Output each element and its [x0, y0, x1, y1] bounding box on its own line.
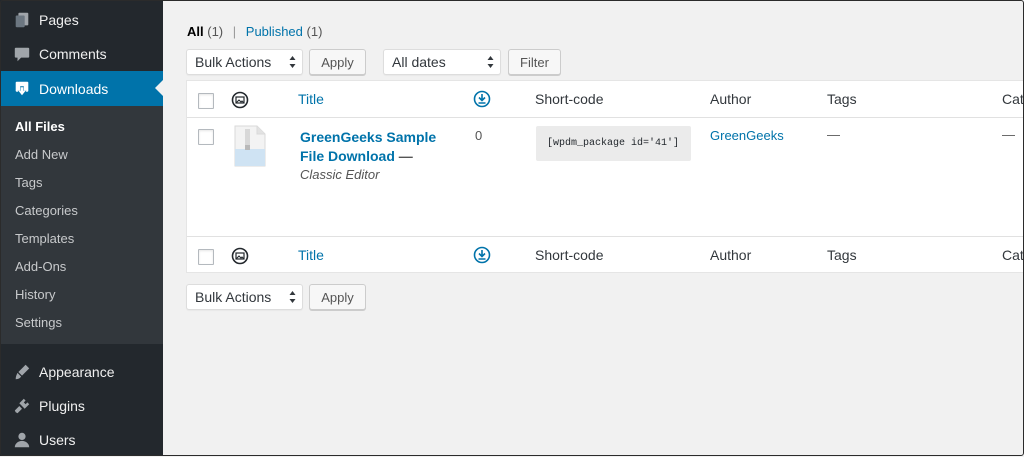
download-count-icon[interactable] [473, 246, 491, 264]
select-all-checkbox-bottom[interactable] [198, 249, 214, 265]
menu-item-downloads[interactable]: Downloads [0, 71, 163, 106]
date-filter-select[interactable]: All dates [383, 49, 501, 75]
view-all-count: (1) [207, 24, 224, 39]
column-tags-top: Tags [827, 91, 857, 107]
bulk-actions-value: Bulk Actions [195, 54, 272, 70]
menu-item-pages[interactable]: Pages [0, 3, 163, 37]
column-tags-bottom: Tags [827, 247, 857, 263]
filter-button[interactable]: Filter [508, 49, 561, 75]
column-title-top[interactable]: Title [298, 91, 324, 107]
column-categories-top: Cat [1002, 91, 1024, 107]
apply-button-top[interactable]: Apply [309, 49, 366, 75]
column-title-bottom[interactable]: Title [298, 247, 324, 263]
menu-label-plugins: Plugins [39, 398, 85, 414]
post-state: Classic Editor [300, 167, 380, 182]
menu-item-appearance[interactable]: Appearance [0, 355, 163, 389]
plugins-icon [12, 396, 32, 416]
submenu-settings[interactable]: Settings [15, 315, 62, 330]
image-column-icon [231, 91, 249, 109]
select-arrows-icon [289, 56, 296, 68]
bulk-actions-select-top[interactable]: Bulk Actions [186, 49, 303, 75]
admin-sidebar: Pages Comments Downloads All Files Add N… [0, 0, 163, 456]
appearance-icon [12, 362, 32, 382]
download-count: 0 [475, 128, 483, 143]
header-divider [187, 117, 1024, 118]
bulk-actions-value: Bulk Actions [195, 289, 272, 305]
users-icon [12, 430, 32, 450]
view-all[interactable]: All [187, 24, 204, 39]
author-link[interactable]: GreenGeeks [710, 128, 784, 143]
footer-divider [187, 236, 1024, 237]
download-title-link[interactable]: GreenGeeks Sample File Download — [300, 128, 450, 166]
select-arrows-icon [289, 291, 296, 303]
submenu-add-new[interactable]: Add New [15, 147, 68, 162]
shortcode-box[interactable]: [wpdm_package id='41'] [536, 126, 691, 161]
menu-item-comments[interactable]: Comments [0, 37, 163, 71]
submenu-tags[interactable]: Tags [15, 175, 42, 190]
menu-item-users[interactable]: Users [0, 423, 163, 457]
column-shortcode-top: Short-code [535, 91, 604, 107]
tags-empty: — [827, 127, 840, 142]
date-filter-value: All dates [392, 54, 446, 70]
select-arrows-icon [487, 56, 494, 68]
zip-file-icon [234, 125, 266, 167]
bulk-actions-select-bottom[interactable]: Bulk Actions [186, 284, 303, 310]
categories-empty: — [1002, 127, 1015, 142]
post-status-views: All (1) | Published (1) [187, 24, 322, 39]
menu-label-comments: Comments [39, 46, 107, 62]
submenu-history[interactable]: History [15, 287, 55, 302]
view-separator: | [232, 24, 237, 39]
download-title: GreenGeeks Sample File Download [300, 129, 437, 164]
column-author-bottom: Author [710, 247, 752, 263]
title-suffix: — [394, 148, 413, 164]
comments-icon [12, 44, 32, 64]
image-column-icon [231, 247, 249, 265]
submenu-add-ons[interactable]: Add-Ons [15, 259, 66, 274]
submenu-templates[interactable]: Templates [15, 231, 74, 246]
download-count-icon[interactable] [473, 90, 491, 108]
downloads-submenu: All Files Add New Tags Categories Templa… [0, 106, 163, 344]
menu-label-users: Users [39, 432, 76, 448]
menu-label-downloads: Downloads [39, 80, 109, 97]
select-all-checkbox-top[interactable] [198, 93, 214, 109]
view-published-count: (1) [306, 24, 323, 39]
menu-item-plugins[interactable]: Plugins [0, 389, 163, 423]
view-published[interactable]: Published [246, 24, 303, 39]
column-categories-bottom: Cat [1002, 247, 1024, 263]
submenu-all-files[interactable]: All Files [15, 119, 65, 134]
column-author-top: Author [710, 91, 752, 107]
row-checkbox[interactable] [198, 129, 214, 145]
submenu-categories[interactable]: Categories [15, 203, 78, 218]
menu-label-appearance: Appearance [39, 364, 115, 380]
menu-label-pages: Pages [39, 12, 79, 28]
downloads-icon [12, 79, 32, 99]
column-shortcode-bottom: Short-code [535, 247, 604, 263]
pages-icon [12, 10, 32, 30]
apply-button-bottom[interactable]: Apply [309, 284, 366, 310]
downloads-table: Title Short-code Author Tags Cat GreenGe… [186, 80, 1024, 273]
